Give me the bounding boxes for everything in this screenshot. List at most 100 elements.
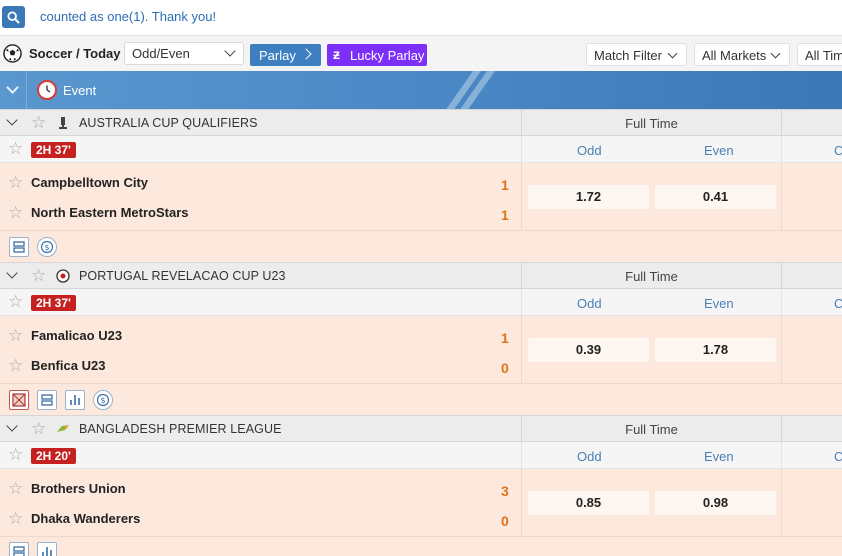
odd-column-label: Odd xyxy=(577,296,602,311)
full-time-header: Full Time xyxy=(521,263,782,288)
star-icon[interactable]: ☆ xyxy=(8,357,23,374)
away-team[interactable]: North Eastern MetroStars xyxy=(31,205,188,220)
odd-price-button[interactable]: 1.72 xyxy=(528,185,649,209)
even-column-label: Even xyxy=(704,449,734,464)
star-icon[interactable]: ☆ xyxy=(8,293,23,310)
star-icon[interactable]: ☆ xyxy=(8,510,23,527)
star-icon[interactable]: ☆ xyxy=(8,446,23,463)
bar-chart-icon[interactable] xyxy=(37,542,57,556)
chevron-down-icon[interactable] xyxy=(6,267,18,279)
home-score: 1 xyxy=(501,177,509,193)
away-team[interactable]: Benfica U23 xyxy=(31,358,105,373)
even-column-label: Even xyxy=(704,143,734,158)
odd-column-label: Odd xyxy=(577,449,602,464)
even-column-label: Even xyxy=(704,296,734,311)
chevron-down-icon[interactable] xyxy=(6,420,18,432)
chevron-down-icon xyxy=(6,81,19,94)
event-column-label: Event xyxy=(63,83,97,98)
cashout-icon[interactable]: $ xyxy=(37,237,57,257)
announcement-ticker: counted as one(1). Thank you! xyxy=(40,9,217,24)
match-row: ☆ Famalicao U23 1 ☆ Benfica U23 0 0.39 1… xyxy=(0,316,842,384)
league-header[interactable]: ☆ PORTUGAL REVELACAO CUP U23 Full Time xyxy=(0,262,842,289)
match-tools: $ xyxy=(0,231,842,263)
chevron-down-icon[interactable] xyxy=(6,114,18,126)
svg-text:$: $ xyxy=(44,243,49,252)
market-column xyxy=(521,136,782,162)
chevron-down-icon xyxy=(667,48,678,59)
svg-text:$: $ xyxy=(100,396,105,405)
star-icon[interactable]: ☆ xyxy=(31,267,46,284)
full-time-header: Full Time xyxy=(521,416,782,441)
league-name: AUSTRALIA CUP QUALIFIERS xyxy=(79,116,258,130)
market-column xyxy=(521,442,782,468)
match-row: ☆ Campbelltown City 1 ☆ North Eastern Me… xyxy=(0,163,842,231)
even-price-button[interactable]: 0.98 xyxy=(655,491,776,515)
bet-type-select[interactable]: Odd/Even xyxy=(124,42,244,65)
event-header: Event xyxy=(0,71,842,109)
star-icon[interactable]: ☆ xyxy=(8,140,23,157)
next-column-label: C xyxy=(834,143,842,158)
stats-list-icon[interactable] xyxy=(9,237,29,257)
match-tools xyxy=(0,537,842,556)
sport-title: Soccer / Today xyxy=(29,46,121,61)
match-tools: $ xyxy=(0,384,842,416)
market-column xyxy=(521,289,782,315)
star-icon[interactable]: ☆ xyxy=(8,174,23,191)
star-icon[interactable]: ☆ xyxy=(31,420,46,437)
bet-type-value: Odd/Even xyxy=(132,46,190,61)
lucky-parlay-icon: ƶ xyxy=(333,46,340,62)
cashout-icon[interactable]: $ xyxy=(93,390,113,410)
stats-list-icon[interactable] xyxy=(37,390,57,410)
live-time-badge: 2H 37' xyxy=(31,295,76,311)
match-filter-dropdown[interactable]: Match Filter xyxy=(586,43,687,66)
league-name: BANGLADESH PREMIER LEAGUE xyxy=(79,422,282,436)
live-time-badge: 2H 37' xyxy=(31,142,76,158)
odd-price-button[interactable]: 0.85 xyxy=(528,491,649,515)
clock-icon xyxy=(37,80,57,100)
soccer-ball-icon xyxy=(3,44,22,63)
bar-chart-icon[interactable] xyxy=(65,390,85,410)
chevron-right-icon xyxy=(300,48,312,60)
parlay-button[interactable]: Parlay xyxy=(250,44,321,66)
search-icon xyxy=(7,10,20,24)
away-team[interactable]: Dhaka Wanderers xyxy=(31,511,140,526)
live-time-badge: 2H 20' xyxy=(31,448,76,464)
lucky-parlay-label: Lucky Parlay xyxy=(350,48,425,63)
even-price-button[interactable]: 0.41 xyxy=(655,185,776,209)
next-column-label: C xyxy=(834,449,842,464)
lucky-parlay-button[interactable]: ƶ Lucky Parlay xyxy=(327,44,427,66)
all-time-label: All Tim xyxy=(805,48,842,63)
league-logo-icon xyxy=(56,269,70,283)
chevron-down-icon xyxy=(224,45,236,57)
collapse-all-button[interactable] xyxy=(0,71,27,109)
all-markets-label: All Markets xyxy=(702,48,767,63)
chevron-down-icon xyxy=(770,48,781,59)
stats-list-icon[interactable] xyxy=(9,542,29,556)
market-subheader: ☆ 2H 37' Odd Even C xyxy=(0,136,842,163)
even-price-button[interactable]: 1.78 xyxy=(655,338,776,362)
home-team[interactable]: Brothers Union xyxy=(31,481,126,496)
home-team[interactable]: Famalicao U23 xyxy=(31,328,122,343)
league-header[interactable]: ☆ AUSTRALIA CUP QUALIFIERS Full Time xyxy=(0,109,842,136)
match-row: ☆ Brothers Union 3 ☆ Dhaka Wanderers 0 0… xyxy=(0,469,842,537)
home-score: 3 xyxy=(501,483,509,499)
away-score: 0 xyxy=(501,360,509,376)
star-icon[interactable]: ☆ xyxy=(31,114,46,131)
odd-column-label: Odd xyxy=(577,143,602,158)
all-markets-dropdown[interactable]: All Markets xyxy=(694,43,790,66)
market-subheader: ☆ 2H 37' Odd Even C xyxy=(0,289,842,316)
star-icon[interactable]: ☆ xyxy=(8,327,23,344)
star-icon[interactable]: ☆ xyxy=(8,204,23,221)
odd-price-button[interactable]: 0.39 xyxy=(528,338,649,362)
league-header[interactable]: ☆ BANGLADESH PREMIER LEAGUE Full Time xyxy=(0,415,842,442)
search-button[interactable] xyxy=(2,6,25,28)
market-subheader: ☆ 2H 20' Odd Even C xyxy=(0,442,842,469)
next-column-label: C xyxy=(834,296,842,311)
field-view-icon[interactable] xyxy=(9,390,29,410)
full-time-header: Full Time xyxy=(521,110,782,135)
all-time-dropdown[interactable]: All Tim xyxy=(797,43,842,66)
star-icon[interactable]: ☆ xyxy=(8,480,23,497)
league-name: PORTUGAL REVELACAO CUP U23 xyxy=(79,269,286,283)
home-team[interactable]: Campbelltown City xyxy=(31,175,148,190)
away-score: 1 xyxy=(501,207,509,223)
